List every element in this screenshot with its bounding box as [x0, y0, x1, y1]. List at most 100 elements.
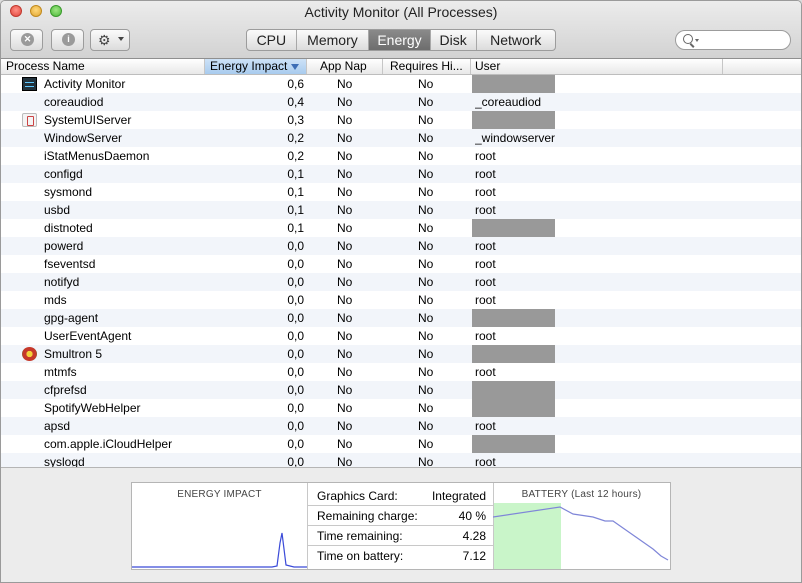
stat-label: Time on battery:	[317, 549, 404, 563]
info-icon: i	[62, 33, 75, 46]
requires-high-perf-value: No	[418, 167, 434, 181]
search-icon	[683, 34, 693, 44]
stat-label: Graphics Card:	[317, 489, 398, 503]
chevron-down-icon	[118, 37, 124, 41]
summary-area: ENERGY IMPACT Graphics Card: Integrated Re…	[1, 467, 801, 582]
process-name: gpg-agent	[44, 311, 99, 325]
stat-row: Graphics Card: Integrated	[307, 486, 493, 506]
table-row[interactable]: SpotifyWebHelper 0,0 No No	[1, 399, 801, 417]
requires-high-perf-value: No	[418, 365, 434, 379]
process-name: UserEventAgent	[44, 329, 132, 343]
requires-high-perf-value: No	[418, 239, 434, 253]
requires-high-perf-value: No	[418, 401, 434, 415]
process-name: notifyd	[44, 275, 80, 289]
table-row[interactable]: WindowServer 0,2 No No _windowserver	[1, 129, 801, 147]
inspect-process-button[interactable]: i	[51, 29, 84, 51]
app-nap-value: No	[337, 383, 353, 397]
column-header-app-nap[interactable]: App Nap	[307, 59, 383, 74]
requires-high-perf-value: No	[418, 131, 434, 145]
table-header: Process Name Energy Impact App Nap Requi…	[1, 59, 801, 75]
energy-impact-value: 0,0	[287, 239, 304, 253]
redacted-user	[472, 345, 555, 363]
process-name: apsd	[44, 419, 71, 433]
energy-impact-line	[132, 532, 307, 568]
column-header-energy-impact[interactable]: Energy Impact	[205, 59, 307, 74]
tab-memory[interactable]: Memory	[297, 30, 370, 50]
app-nap-value: No	[337, 437, 353, 451]
process-name: Activity Monitor	[44, 77, 126, 91]
requires-high-perf-value: No	[418, 203, 434, 217]
requires-high-perf-value: No	[418, 257, 434, 271]
user-value: root	[475, 257, 496, 271]
table-row[interactable]: com.apple.iCloudHelper 0,0 No No	[1, 435, 801, 453]
table-row[interactable]: Smultron 5 0,0 No No	[1, 345, 801, 363]
energy-impact-value: 0,0	[287, 275, 304, 289]
table-row[interactable]: mds 0,0 No No root	[1, 291, 801, 309]
energy-impact-value: 0,0	[287, 347, 304, 361]
tab-disk[interactable]: Disk	[431, 30, 477, 50]
table-row[interactable]: Activity Monitor 0,6 No No	[1, 75, 801, 93]
table-row[interactable]: distnoted 0,1 No No	[1, 219, 801, 237]
process-name: com.apple.iCloudHelper	[44, 437, 173, 451]
app-nap-value: No	[337, 329, 353, 343]
gear-icon: ⚙	[98, 32, 111, 48]
stat-label: Remaining charge:	[317, 509, 418, 523]
stop-icon: ✕	[21, 33, 34, 46]
process-name: sysmond	[44, 185, 93, 199]
user-value: root	[475, 455, 496, 467]
energy-impact-value: 0,2	[287, 149, 304, 163]
quit-process-button[interactable]: ✕	[10, 29, 43, 51]
app-nap-value: No	[337, 455, 353, 467]
energy-impact-value: 0,1	[287, 221, 304, 235]
table-row[interactable]: apsd 0,0 No No root	[1, 417, 801, 435]
column-header-process-name[interactable]: Process Name	[1, 59, 205, 74]
table-body: Activity Monitor 0,6 No No coreaudiod 0,4 No No…	[1, 75, 801, 467]
user-value: root	[475, 293, 496, 307]
tab-cpu[interactable]: CPU	[247, 30, 297, 50]
app-nap-value: No	[337, 149, 353, 163]
requires-high-perf-value: No	[418, 437, 434, 451]
process-name: WindowServer	[44, 131, 123, 145]
user-value: root	[475, 275, 496, 289]
table-row[interactable]: SystemUIServer 0,3 No No	[1, 111, 801, 129]
table-row[interactable]: UserEventAgent 0,0 No No root	[1, 327, 801, 345]
energy-impact-value: 0,0	[287, 383, 304, 397]
energy-impact-chart	[132, 532, 307, 568]
charging-period-area	[494, 503, 561, 569]
table-row[interactable]: cfprefsd 0,0 No No	[1, 381, 801, 417]
app-nap-value: No	[337, 239, 353, 253]
table-row[interactable]: notifyd 0,0 No No root	[1, 273, 801, 291]
table-row[interactable]: sysmond 0,1 No No root	[1, 183, 801, 201]
table-row[interactable]: syslogd 0,0 No No root	[1, 453, 801, 467]
table-row[interactable]: powerd 0,0 No No root	[1, 237, 801, 255]
table-row[interactable]: usbd 0,1 No No root	[1, 201, 801, 219]
stat-label: Time remaining:	[317, 529, 403, 543]
energy-summary-panel: ENERGY IMPACT Graphics Card: Integrated Re…	[131, 482, 671, 570]
table-row[interactable]: configd 0,1 No No root	[1, 165, 801, 183]
requires-high-perf-value: No	[418, 221, 434, 235]
table-row[interactable]: iStatMenusDaemon 0,2 No No root	[1, 147, 801, 165]
sort-descending-icon	[291, 64, 299, 70]
title-bar: Activity Monitor (All Processes) ✕ i ⚙ C…	[1, 1, 801, 59]
process-name: powerd	[44, 239, 84, 253]
redacted-user	[472, 309, 555, 327]
user-value: _coreaudiod	[475, 95, 542, 109]
energy-impact-value: 0,0	[287, 419, 304, 433]
search-field[interactable]	[675, 30, 791, 50]
action-menu-button[interactable]: ⚙	[90, 29, 130, 51]
column-header-requires-high-perf[interactable]: Requires Hi...	[383, 59, 471, 74]
table-row[interactable]: fseventsd 0,0 No No root	[1, 255, 801, 273]
search-input[interactable]	[704, 32, 788, 50]
user-value: _windowserver	[475, 131, 556, 145]
chevron-down-icon	[695, 39, 699, 42]
energy-impact-value: 0,0	[287, 257, 304, 271]
column-header-user[interactable]: User	[471, 59, 723, 74]
table-row[interactable]: gpg-agent 0,0 No No	[1, 309, 801, 327]
requires-high-perf-value: No	[418, 311, 434, 325]
tab-energy[interactable]: Energy	[369, 30, 431, 50]
table-row[interactable]: coreaudiod 0,4 No No _coreaudiod	[1, 93, 801, 111]
table-row[interactable]: mtmfs 0,0 No No root	[1, 363, 801, 381]
stat-value: 40 %	[458, 509, 486, 523]
stat-row: Time remaining: 4.28	[307, 526, 493, 546]
tab-network[interactable]: Network	[477, 30, 555, 50]
